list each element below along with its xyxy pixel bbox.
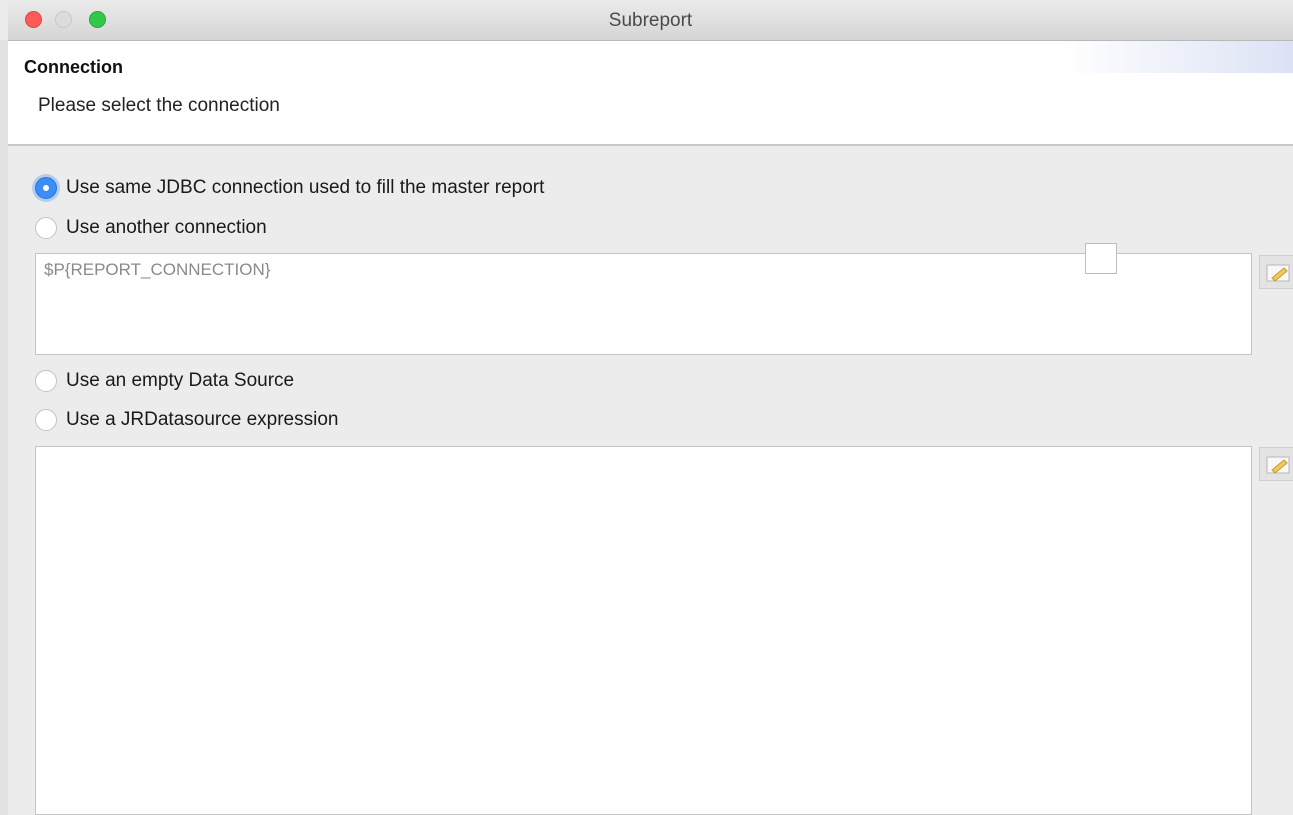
option-empty-data-source[interactable]: Use an empty Data Source	[35, 367, 294, 395]
option-another-connection[interactable]: Use another connection	[35, 214, 267, 242]
radio-button[interactable]	[35, 217, 57, 239]
option-jrdatasource-expression[interactable]: Use a JRDatasource expression	[35, 406, 338, 434]
datasource-expression-field[interactable]	[35, 446, 1252, 815]
edit-datasource-expression-button[interactable]	[1259, 447, 1293, 481]
pencil-icon	[1266, 264, 1290, 282]
option-label: Use same JDBC connection used to fill th…	[66, 177, 545, 198]
wizard-header: Connection Please select the connection	[8, 41, 1293, 146]
radio-button[interactable]	[35, 370, 57, 392]
header-banner-graphic	[1063, 41, 1293, 73]
title-bar: Subreport	[8, 0, 1293, 41]
edit-connection-expression-button[interactable]	[1259, 255, 1293, 289]
pencil-icon	[1266, 456, 1290, 474]
window-title: Subreport	[608, 10, 693, 31]
radio-button-checked[interactable]	[35, 177, 57, 199]
option-label: Use another connection	[66, 217, 267, 238]
window-left-edge	[0, 40, 8, 815]
expression-checkbox[interactable]	[1085, 243, 1117, 274]
option-same-jdbc-connection[interactable]: Use same JDBC connection used to fill th…	[35, 174, 544, 202]
connection-expression-field[interactable]: $P{REPORT_CONNECTION}	[35, 253, 1252, 355]
option-label: Use an empty Data Source	[66, 370, 295, 391]
page-title: Connection	[24, 57, 123, 77]
option-label: Use a JRDatasource expression	[66, 409, 339, 430]
connection-expression-text: $P{REPORT_CONNECTION}	[44, 260, 271, 279]
radio-button[interactable]	[35, 409, 57, 431]
page-description: Please select the connection	[38, 95, 280, 116]
